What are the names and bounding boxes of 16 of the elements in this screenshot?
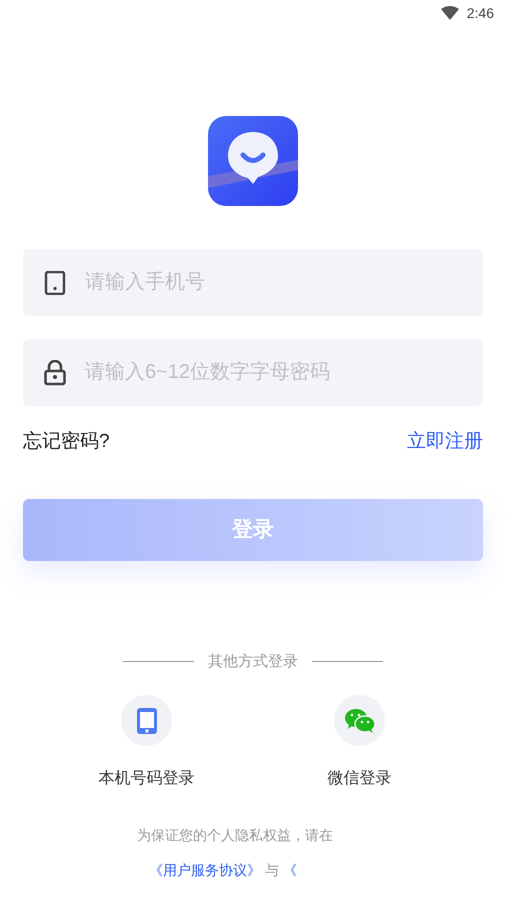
tablet-icon [44,270,66,294]
status-time: 2:46 [466,4,494,22]
separator-text: 与 [265,861,279,880]
wifi-icon [440,6,459,20]
login-method-label: 本机号码登录 [98,768,194,789]
other-methods-title: 其他方式登录 [208,652,298,672]
register-link[interactable]: 立即注册 [407,428,483,456]
forgot-password-link[interactable]: 忘记密码? [23,428,110,456]
login-method-label: 微信登录 [328,769,392,789]
privacy-link[interactable]: 《 [283,860,297,881]
lock-icon [44,360,66,386]
privacy-notice: 为保证您的个人隐私权益，请在 [136,826,334,845]
wechat-icon [344,708,374,734]
agreement-link[interactable]: 《用户服务协议》 [149,860,261,881]
phone-icon [136,708,156,734]
app-logo-icon [208,116,298,206]
